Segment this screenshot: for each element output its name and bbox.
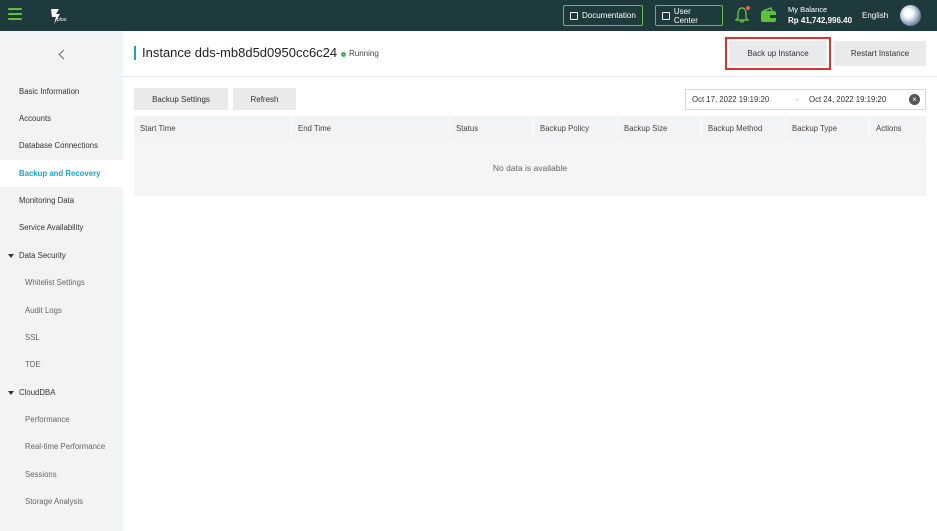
- wallet-icon[interactable]: [760, 7, 777, 23]
- sidebar-item-monitoring-data[interactable]: Monitoring Data: [0, 187, 123, 214]
- table-empty-state: No data is available: [134, 140, 926, 196]
- sidebar-item-database-connections[interactable]: Database Connections: [0, 132, 123, 159]
- sidebar-item-performance[interactable]: Performance: [0, 406, 123, 433]
- empty-text: No data is available: [492, 163, 568, 173]
- caret-down-icon: [8, 390, 14, 395]
- title-accent-bar: [134, 46, 136, 60]
- date-start[interactable]: Oct 17, 2022 19:19:20: [692, 95, 769, 104]
- back-button[interactable]: [0, 31, 123, 77]
- logo-icon: [51, 9, 60, 24]
- top-navigation-bar: plou Documentation User Center My Balanc…: [0, 0, 937, 31]
- status-dot-icon: [341, 52, 346, 57]
- column-header: Actions: [876, 123, 902, 133]
- backup-table: Start Time End Time Status Backup Policy…: [134, 116, 926, 196]
- document-icon: [570, 11, 578, 20]
- instance-header: Instance dds-mb8d5d0950cc6c24 Running Ba…: [123, 31, 937, 77]
- sidebar-item-storage-analysis[interactable]: Storage Analysis: [0, 488, 123, 515]
- sidebar-item-label: SSL: [25, 333, 40, 342]
- column-header: Backup Type: [786, 116, 870, 140]
- sidebar-item-label: TDE: [25, 360, 41, 369]
- sidebar-item-label: Audit Logs: [25, 306, 62, 315]
- user-avatar[interactable]: [900, 5, 921, 26]
- clear-icon[interactable]: ×: [909, 94, 920, 105]
- sidebar-item-label: Service Availability: [19, 223, 84, 232]
- sidebar-item-label: Basic Information: [19, 87, 80, 96]
- sidebar-item-label: Performance: [25, 415, 70, 424]
- column-header: Backup Method: [702, 116, 786, 140]
- sidebar-item-tde[interactable]: TDE: [0, 351, 123, 378]
- restart-instance-button[interactable]: Restart Instance: [834, 41, 926, 66]
- sidebar: Basic Information Accounts Database Conn…: [0, 31, 123, 531]
- sidebar-item-ssl[interactable]: SSL: [0, 324, 123, 351]
- sidebar-item-service-availability[interactable]: Service Availability: [0, 214, 123, 241]
- sidebar-item-label: Whitelist Settings: [25, 278, 85, 287]
- sidebar-group-label: CloudDBA: [19, 388, 56, 397]
- documentation-label: Documentation: [582, 11, 636, 20]
- menu-icon[interactable]: [8, 8, 22, 20]
- date-separator: -: [796, 95, 799, 104]
- balance-value: Rp 41,742,996.40: [788, 16, 853, 25]
- page-title: Instance dds-mb8d5d0950cc6c24: [142, 45, 338, 60]
- sidebar-item-label: Real-time Performance: [25, 442, 106, 451]
- sidebar-group-data-security[interactable]: Data Security: [0, 242, 123, 269]
- date-range-picker[interactable]: Oct 17, 2022 19:19:20 - Oct 24, 2022 19:…: [685, 89, 926, 110]
- user-center-button[interactable]: User Center: [655, 5, 723, 26]
- sidebar-item-label: Database Connections: [19, 141, 98, 150]
- sidebar-group-label: Data Security: [19, 251, 66, 260]
- notification-badge: [745, 5, 751, 11]
- sidebar-item-audit-logs[interactable]: Audit Logs: [0, 297, 123, 324]
- backup-settings-button[interactable]: Backup Settings: [134, 88, 228, 110]
- highlight-box: [725, 37, 831, 70]
- status-badge: Running: [349, 49, 379, 58]
- refresh-button[interactable]: Refresh: [233, 88, 296, 110]
- sidebar-item-label: Backup and Recovery: [19, 169, 101, 178]
- column-header: Start Time: [134, 116, 292, 140]
- chevron-left-icon: [58, 49, 69, 59]
- sidebar-item-label: Monitoring Data: [19, 196, 75, 205]
- sidebar-item-label: Storage Analysis: [25, 497, 84, 506]
- sidebar-item-basic-information[interactable]: Basic Information: [0, 78, 123, 105]
- date-end[interactable]: Oct 24, 2022 19:19:20: [809, 95, 886, 104]
- sidebar-group-clouddba[interactable]: CloudDBA: [0, 379, 123, 406]
- balance-label: My Balance: [788, 5, 828, 14]
- sidebar-item-whitelist-settings[interactable]: Whitelist Settings: [0, 269, 123, 296]
- sidebar-item-accounts[interactable]: Accounts: [0, 105, 123, 132]
- sidebar-item-sessions[interactable]: Sessions: [0, 461, 123, 488]
- sidebar-item-real-time-performance[interactable]: Real-time Performance: [0, 433, 123, 460]
- documentation-button[interactable]: Documentation: [563, 5, 643, 26]
- caret-down-icon: [8, 253, 14, 258]
- language-selector[interactable]: English: [862, 11, 888, 20]
- user-center-label: User Center: [673, 6, 698, 25]
- sidebar-item-label: Sessions: [25, 470, 57, 479]
- column-header: Backup Size: [618, 116, 702, 140]
- sidebar-item-label: Accounts: [19, 114, 52, 123]
- column-header: Status: [450, 116, 534, 140]
- main-content: Instance dds-mb8d5d0950cc6c24 Running Ba…: [123, 31, 937, 531]
- monitor-icon: [662, 11, 670, 20]
- table-header: Start Time End Time Status Backup Policy…: [134, 116, 926, 140]
- column-header: Backup Policy: [534, 116, 618, 140]
- sidebar-item-backup-and-recovery[interactable]: Backup and Recovery: [0, 160, 123, 187]
- logo-text: plou: [57, 17, 67, 23]
- column-header: End Time: [292, 116, 450, 140]
